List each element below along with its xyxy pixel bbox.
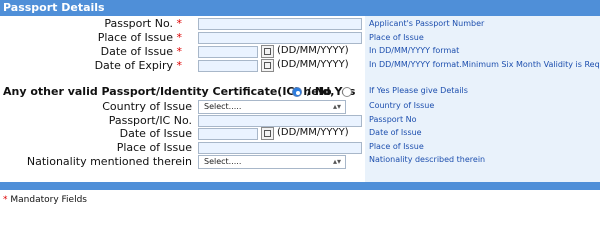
other-place-of-issue-input[interactable] [198, 142, 362, 154]
other-date-of-issue-hint: Date of Issue [369, 128, 422, 137]
date-of-expiry-format: (DD/MM/YYYY) [277, 59, 349, 70]
place-of-issue-input[interactable] [198, 32, 362, 44]
nationality-hint: Nationality described therein [369, 155, 486, 164]
calendar-icon[interactable] [261, 45, 274, 58]
date-of-expiry-label: Date of Expiry * [94, 59, 182, 72]
other-passport-question: Any other valid Passport/Identity Certif… [3, 85, 356, 98]
nationality-label: Nationality mentioned therein [26, 155, 192, 168]
place-of-issue-label: Place of Issue * [97, 31, 182, 44]
passport-ic-no-input[interactable] [198, 115, 362, 127]
country-of-issue-hint: Country of Issue [369, 101, 435, 110]
place-of-issue-hint: Place of Issue [369, 33, 424, 42]
section-title: Passport Details [3, 1, 105, 14]
other-place-of-issue-hint: Place of Issue [369, 142, 424, 151]
passport-ic-no-label: Passport/IC No. [108, 114, 192, 127]
passport-no-input[interactable] [198, 18, 362, 30]
date-of-issue-label: Date of Issue * [100, 45, 182, 58]
country-of-issue-label: Country of Issue [102, 100, 192, 113]
footer-bar [0, 182, 600, 190]
other-passport-hint: If Yes Please give Details [369, 86, 468, 95]
other-date-of-issue-format: (DD/MM/YYYY) [277, 127, 349, 138]
passport-no-hint: Applicant's Passport Number [369, 19, 485, 28]
date-of-issue-input[interactable] [198, 46, 258, 58]
no-label: / No [307, 85, 332, 98]
date-of-issue-format: (DD/MM/YYYY) [277, 45, 349, 56]
nationality-select[interactable]: Select..... ▴▾ [198, 155, 346, 169]
country-of-issue-select[interactable]: Select..... ▴▾ [198, 100, 346, 114]
other-place-of-issue-label: Place of Issue [116, 141, 192, 154]
other-date-of-issue-label: Date of Issue [119, 127, 192, 140]
date-of-expiry-input[interactable] [198, 60, 258, 72]
mandatory-note: * Mandatory Fields [3, 195, 87, 205]
passport-ic-no-hint: Passport No [369, 115, 417, 124]
date-of-expiry-hint: In DD/MM/YYYY format.Minimum Six Month V… [369, 60, 600, 69]
passport-no-label: Passport No. * [104, 17, 182, 30]
chevron-down-icon: ▴▾ [332, 102, 341, 111]
no-radio[interactable] [342, 87, 352, 97]
date-of-issue-hint: In DD/MM/YYYY format [369, 46, 460, 55]
yes-radio[interactable] [292, 87, 302, 97]
chevron-down-icon: ▴▾ [332, 157, 341, 166]
calendar-icon[interactable] [261, 127, 274, 140]
other-date-of-issue-input[interactable] [198, 128, 258, 140]
calendar-icon[interactable] [261, 59, 274, 72]
section-header: Passport Details [0, 0, 600, 16]
